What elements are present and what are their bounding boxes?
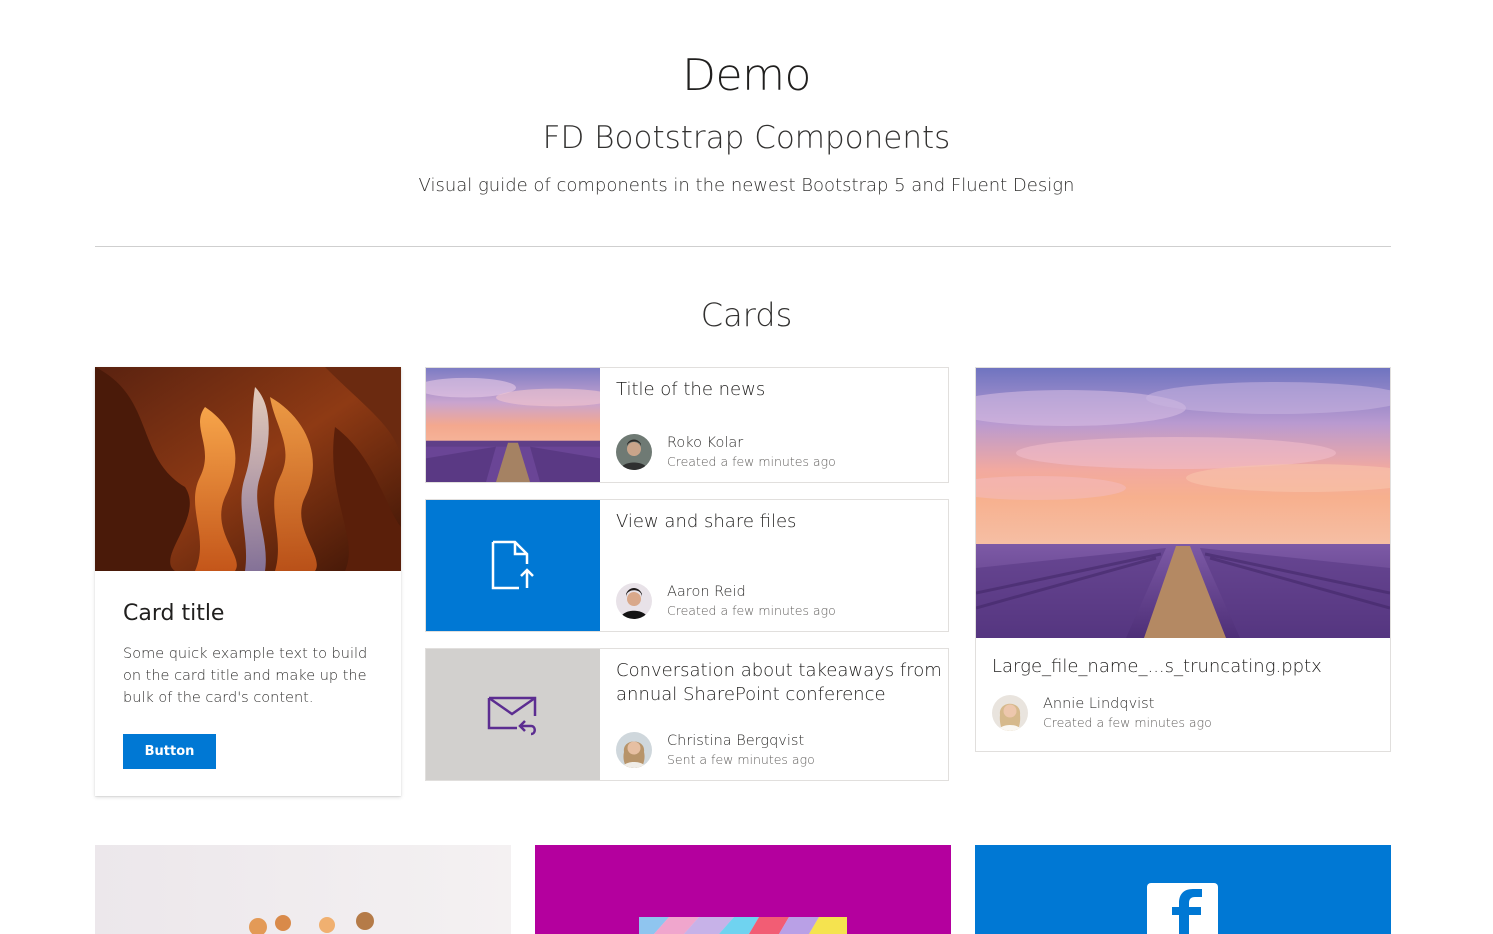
section-title: Cards bbox=[700, 296, 793, 334]
persona: Roko Kolar Created a few minutes ago bbox=[616, 433, 836, 470]
file-name[interactable]: Large_file_name_...s_truncating.pptx bbox=[992, 656, 1322, 677]
file-card[interactable]: Large_file_name_...s_truncating.pptx Ann… bbox=[975, 367, 1391, 752]
card-title: Card title bbox=[123, 601, 225, 626]
news-card[interactable]: Conversation about takeaways from annual… bbox=[425, 648, 949, 781]
basic-card: Card title Some quick example text to bu… bbox=[95, 367, 401, 796]
avatar bbox=[616, 731, 652, 768]
news-card[interactable]: Title of the news Roko Kolar Created a f… bbox=[425, 367, 949, 483]
persona-name: Christina Bergqvist bbox=[667, 733, 805, 749]
lavender-field-photo bbox=[976, 368, 1390, 638]
persona-meta: Sent a few minutes ago bbox=[667, 752, 815, 767]
page-subtitle: FD Bootstrap Components bbox=[542, 120, 951, 156]
persona-name: Roko Kolar bbox=[667, 435, 744, 451]
page-title: Demo bbox=[682, 50, 811, 101]
mail-reply-icon bbox=[487, 696, 537, 735]
news-title[interactable]: View and share files bbox=[616, 510, 946, 534]
avatar bbox=[992, 694, 1028, 731]
header-divider bbox=[95, 246, 1391, 247]
bottom-card[interactable] bbox=[535, 845, 951, 934]
facebook-logo bbox=[975, 845, 1391, 934]
persona-name: Aaron Reid bbox=[667, 584, 746, 600]
avatar bbox=[616, 433, 652, 470]
card-text: Some quick example text to build on the … bbox=[123, 646, 368, 706]
news-card[interactable]: View and share files Aaron Reid Created … bbox=[425, 499, 949, 632]
canyon-photo bbox=[95, 367, 401, 571]
news-title[interactable]: Title of the news bbox=[616, 378, 946, 402]
persona-name: Annie Lindqvist bbox=[1043, 696, 1155, 712]
persona: Annie Lindqvist Created a few minutes ag… bbox=[992, 694, 1212, 731]
persona-meta: Created a few minutes ago bbox=[667, 603, 836, 618]
page-lead: Visual guide of components in the newest… bbox=[418, 175, 1075, 196]
bottom-card[interactable] bbox=[95, 845, 511, 934]
file-tile bbox=[426, 500, 600, 631]
mail-tile bbox=[426, 649, 600, 780]
avatar bbox=[616, 582, 652, 619]
colorful-pattern bbox=[535, 845, 951, 934]
persona: Aaron Reid Created a few minutes ago bbox=[616, 582, 836, 619]
bottom-card[interactable] bbox=[975, 845, 1391, 934]
file-upload-icon bbox=[491, 540, 534, 589]
persona-meta: Created a few minutes ago bbox=[1043, 715, 1212, 730]
card-button[interactable]: Button bbox=[123, 734, 216, 769]
people-photo bbox=[95, 845, 511, 934]
persona-meta: Created a few minutes ago bbox=[667, 454, 836, 469]
persona: Christina Bergqvist Sent a few minutes a… bbox=[616, 731, 815, 768]
lavender-field-photo bbox=[426, 368, 600, 482]
news-title[interactable]: Conversation about takeaways from annual… bbox=[616, 659, 946, 707]
